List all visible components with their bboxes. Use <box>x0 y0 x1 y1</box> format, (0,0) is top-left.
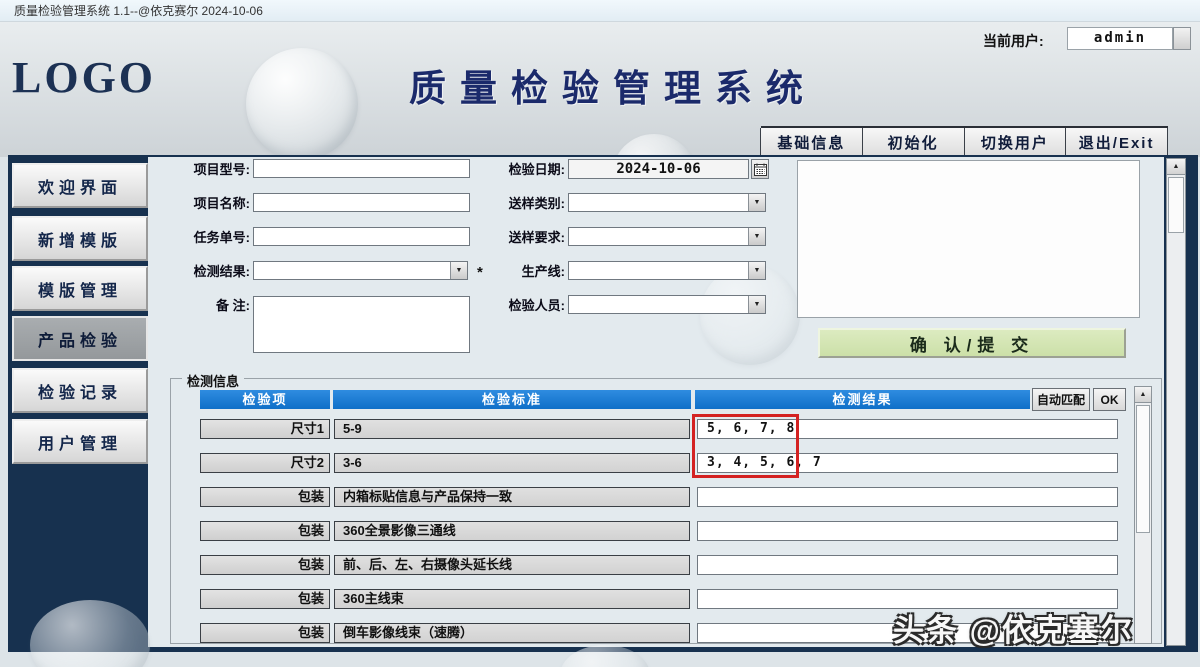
arrow-up-icon: ▲ <box>1173 163 1180 170</box>
logo: LOGO <box>12 52 156 103</box>
column-header-standard: 检验标准 <box>333 390 691 409</box>
inspection-item-cell: 包装 <box>200 487 330 507</box>
result-label: 检测结果: <box>160 262 250 281</box>
sidebar-item-welcome[interactable]: 欢迎界面 <box>12 163 148 208</box>
table-row: 包装 内箱标贴信息与产品保持一致 <box>0 487 1200 507</box>
menu-button-basic-info[interactable]: 基础信息 <box>760 128 863 156</box>
menu-button-switch-user[interactable]: 切换用户 <box>964 128 1067 156</box>
date-label: 检验日期: <box>480 160 565 179</box>
inspection-standard-cell: 3-6 <box>334 453 690 473</box>
window-title: 质量检验管理系统 1.1--@依克赛尔 2024-10-06 <box>14 4 263 18</box>
calendar-icon <box>754 163 767 176</box>
inspection-item-cell: 包装 <box>200 521 330 541</box>
table-row: 包装 前、后、左、右摄像头延长线 <box>0 555 1200 575</box>
arrow-up-icon: ▲ <box>1140 391 1147 398</box>
inspection-standard-cell: 前、后、左、右摄像头延长线 <box>334 555 690 575</box>
column-header-result: 检测结果 <box>695 390 1030 409</box>
inspection-item-cell: 包装 <box>200 589 330 609</box>
production-line-select[interactable]: ▼ <box>568 261 766 280</box>
memo-label: 备 注: <box>160 296 250 315</box>
task-input[interactable] <box>253 227 470 246</box>
vertical-scrollbar[interactable]: ▲ <box>1166 158 1186 646</box>
page-title: 质量检验管理系统 <box>378 58 848 112</box>
watermark: 头条 @依克塞尔 <box>893 605 1134 650</box>
inspection-standard-cell: 5-9 <box>334 419 690 439</box>
inspection-standard-cell: 360全景影像三通线 <box>334 521 690 541</box>
inspection-standard-cell: 倒车影像线束（速腾） <box>334 623 690 643</box>
inspection-group-title: 检测信息 <box>182 371 244 390</box>
user-browse-button[interactable] <box>1173 27 1191 50</box>
current-user-field[interactable]: admin <box>1067 27 1173 50</box>
inspection-item-cell: 包装 <box>200 555 330 575</box>
sample-req-select[interactable]: ▼ <box>568 227 766 246</box>
sample-type-label: 送样类别: <box>480 194 565 213</box>
sidebar-item-new-template[interactable]: 新增模版 <box>12 216 148 261</box>
table-row: 尺寸2 3-6 3, 4, 5, 6, 7 <box>0 453 1200 473</box>
top-menu: 基础信息 初始化 切换用户 退出/Exit <box>761 126 1168 157</box>
result-input[interactable] <box>697 555 1118 575</box>
name-input[interactable] <box>253 193 470 212</box>
chevron-down-icon[interactable]: ▼ <box>748 296 765 313</box>
current-user-value: admin <box>1094 30 1146 46</box>
sample-type-select[interactable]: ▼ <box>568 193 766 212</box>
window-titlebar: 质量检验管理系统 1.1--@依克赛尔 2024-10-06 <box>0 0 1200 22</box>
result-list-panel <box>797 160 1140 318</box>
name-label: 项目名称: <box>160 194 250 213</box>
scroll-up-button[interactable]: ▲ <box>1135 387 1151 403</box>
chevron-down-icon[interactable]: ▼ <box>748 262 765 279</box>
menu-button-exit[interactable]: 退出/Exit <box>1065 128 1168 156</box>
sidebar-item-product-inspection[interactable]: 产品检验 <box>12 316 148 361</box>
scrollbar-thumb[interactable] <box>1136 405 1150 533</box>
model-label: 项目型号: <box>160 160 250 179</box>
inspection-item-cell: 尺寸2 <box>200 453 330 473</box>
inspection-item-cell: 包装 <box>200 623 330 643</box>
current-user-label: 当前用户: <box>983 31 1044 51</box>
line-label: 生产线: <box>480 262 565 281</box>
decorative-sphere <box>246 48 358 160</box>
task-label: 任务单号: <box>160 228 250 247</box>
sidebar-item-template-manage[interactable]: 模版管理 <box>12 266 148 311</box>
ok-button[interactable]: OK <box>1093 388 1126 411</box>
model-input[interactable] <box>253 159 470 178</box>
scroll-up-button[interactable]: ▲ <box>1167 159 1185 175</box>
chevron-down-icon[interactable]: ▼ <box>450 262 467 279</box>
app-window: 质量检验管理系统 1.1--@依克赛尔 2024-10-06 LOGO 质量检验… <box>0 0 1200 667</box>
sidebar-item-inspection-records[interactable]: 检验记录 <box>12 368 148 413</box>
sample-req-label: 送样要求: <box>480 228 565 247</box>
result-input[interactable] <box>697 487 1118 507</box>
table-row: 包装 360全景影像三通线 <box>0 521 1200 541</box>
confirm-submit-button[interactable]: 确 认/提 交 <box>818 328 1126 358</box>
inspection-standard-cell: 360主线束 <box>334 589 690 609</box>
auto-match-button[interactable]: 自动匹配 <box>1032 388 1090 411</box>
table-row: 尺寸1 5-9 5, 6, 7, 8 <box>0 419 1200 439</box>
chevron-down-icon[interactable]: ▼ <box>748 194 765 211</box>
scrollbar-thumb[interactable] <box>1168 177 1184 233</box>
result-select[interactable]: ▼ <box>253 261 468 280</box>
inspector-label: 检验人员: <box>480 296 565 315</box>
inspection-item-cell: 尺寸1 <box>200 419 330 439</box>
inspector-select[interactable]: ▼ <box>568 295 766 314</box>
inspection-standard-cell: 内箱标贴信息与产品保持一致 <box>334 487 690 507</box>
date-input[interactable]: 2024-10-06 <box>568 159 749 179</box>
column-header-item: 检验项 <box>200 390 330 409</box>
calendar-button[interactable] <box>751 159 769 179</box>
result-input[interactable] <box>697 521 1118 541</box>
menu-button-initialize[interactable]: 初始化 <box>862 128 965 156</box>
table-scrollbar[interactable]: ▲ <box>1134 386 1152 644</box>
memo-textarea[interactable] <box>253 296 470 353</box>
highlight-annotation-box <box>692 414 799 478</box>
chevron-down-icon[interactable]: ▼ <box>748 228 765 245</box>
